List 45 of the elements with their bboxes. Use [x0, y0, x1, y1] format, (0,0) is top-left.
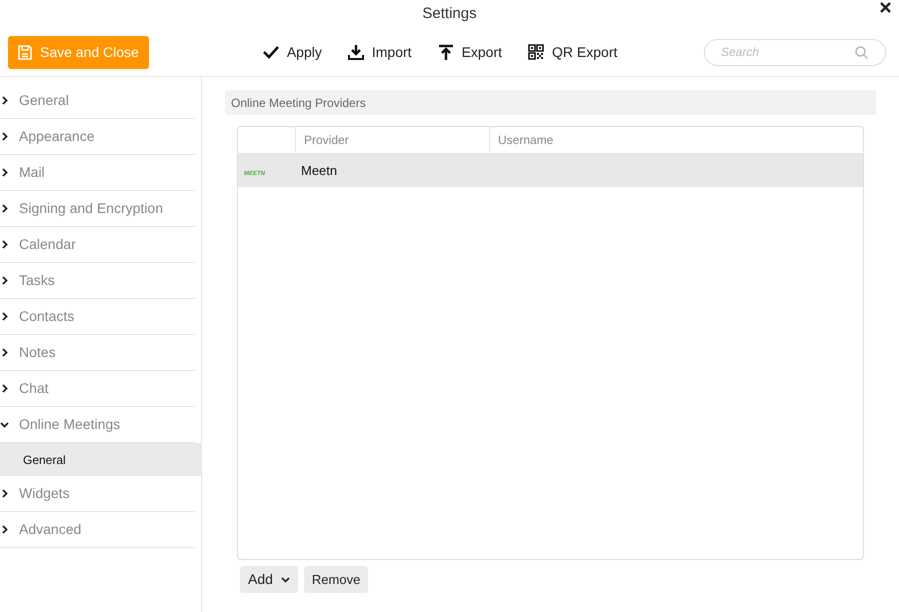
- chevron-right-icon: [2, 525, 8, 534]
- checkmark-icon: [262, 45, 279, 59]
- sidebar-item[interactable]: Widgets: [0, 476, 195, 512]
- chevron-right-icon: [2, 240, 8, 249]
- sidebar-item[interactable]: Advanced: [0, 512, 195, 548]
- chevron-right-icon: [2, 168, 8, 177]
- search-field[interactable]: Search: [704, 38, 886, 66]
- sidebar-item[interactable]: Contacts: [0, 299, 195, 335]
- remove-button[interactable]: Remove: [304, 566, 368, 593]
- upload-icon: [438, 44, 454, 60]
- column-header[interactable]: Username: [490, 127, 863, 153]
- sidebar-item[interactable]: Appearance: [0, 119, 195, 155]
- chevron-right-icon: [2, 312, 8, 321]
- close-icon[interactable]: [880, 2, 891, 13]
- qr-button[interactable]: QR Export: [528, 42, 618, 62]
- sidebar-subitem[interactable]: General: [0, 443, 201, 476]
- chevron-down-icon: [0, 422, 9, 428]
- export-button[interactable]: Export: [438, 42, 502, 62]
- chevron-right-icon: [2, 204, 8, 213]
- table-cell-text: Meetn: [300, 162, 338, 180]
- section-header: Online Meeting Providers: [225, 90, 876, 115]
- search-icon: [855, 46, 868, 58]
- column-header[interactable]: Provider: [296, 127, 490, 153]
- chevron-right-icon: [2, 132, 8, 141]
- chevron-right-icon: [2, 384, 8, 393]
- import-button[interactable]: Import: [348, 42, 412, 62]
- download-icon: [348, 44, 364, 60]
- sidebar-item[interactable]: Chat: [0, 371, 195, 407]
- sidebar-item[interactable]: Signing and Encryption: [0, 191, 195, 227]
- save-and-close-button[interactable]: Save and Close: [8, 36, 149, 68]
- chevron-right-icon: [2, 348, 8, 357]
- sidebar-item[interactable]: General: [0, 83, 195, 119]
- sidebar-item[interactable]: Notes: [0, 335, 195, 371]
- caret-icon: [280, 576, 290, 582]
- save-icon: [18, 44, 32, 60]
- chevron-right-icon: [2, 276, 8, 285]
- sidebar-item[interactable]: Mail: [0, 155, 195, 191]
- qr-code-icon: [528, 44, 544, 60]
- apply-button[interactable]: Apply: [262, 42, 322, 62]
- chevron-right-icon: [2, 489, 8, 498]
- chevron-right-icon: [2, 96, 8, 105]
- add-dropdown-button[interactable]: Add: [240, 566, 298, 593]
- sidebar-item[interactable]: Tasks: [0, 263, 195, 299]
- sidebar-item[interactable]: Calendar: [0, 227, 195, 263]
- window-title: Settings: [422, 4, 477, 24]
